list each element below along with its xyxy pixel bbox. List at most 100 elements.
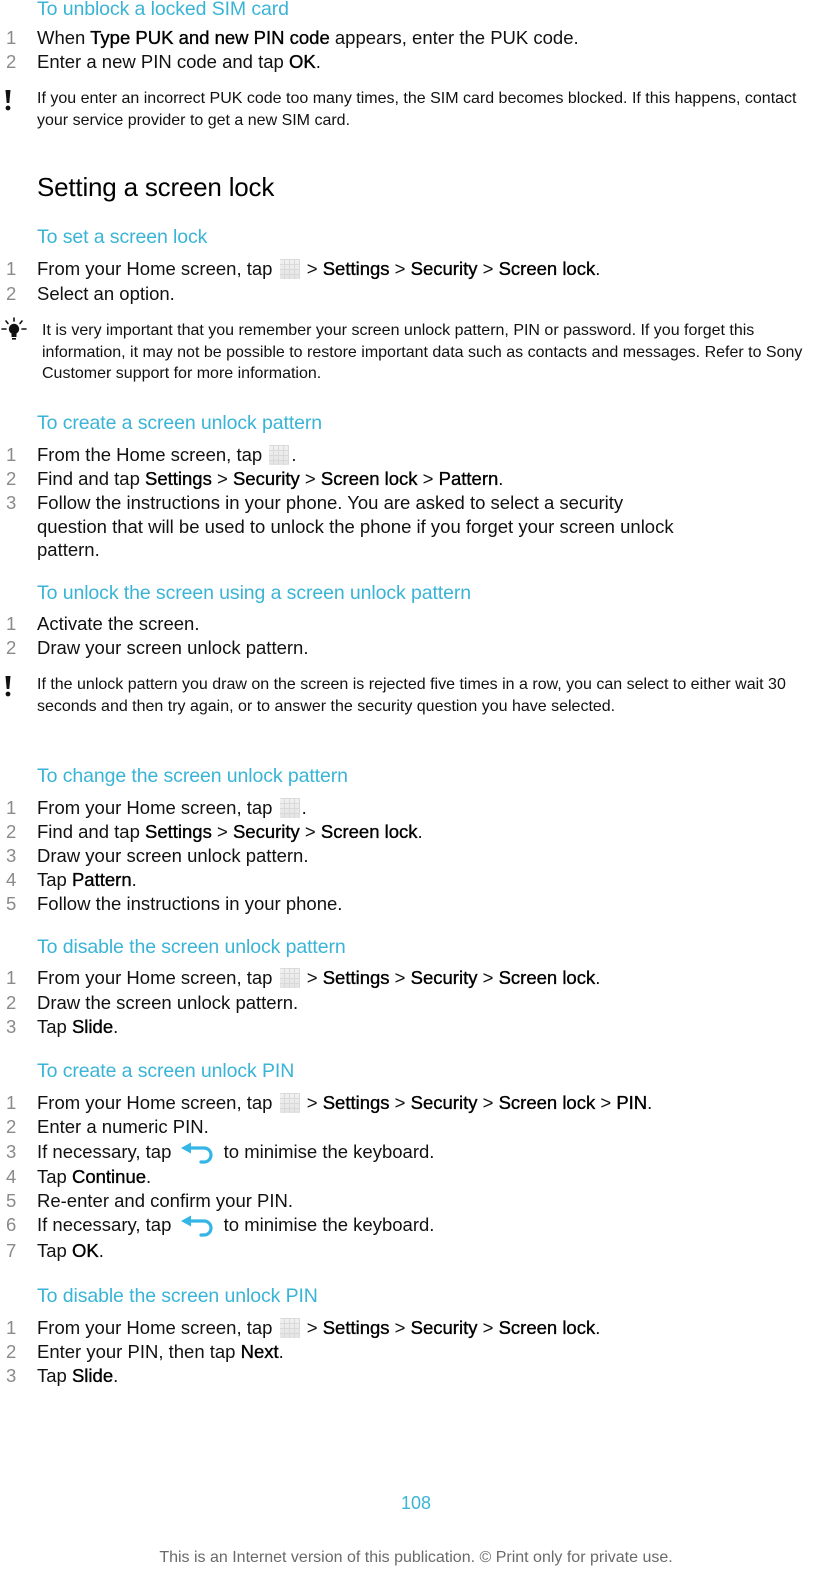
- ui-term: Security: [410, 1092, 478, 1113]
- tip-text: It is very important that you remember y…: [42, 322, 803, 382]
- text-fragment: From your Home screen, tap: [37, 1092, 278, 1113]
- lightbulb-icon: [0, 317, 28, 350]
- step-number: 6: [6, 1214, 17, 1235]
- text-fragment: From the Home screen, tap: [37, 444, 268, 465]
- step-text: Activate the screen.: [37, 613, 200, 634]
- text-fragment: .: [131, 869, 137, 890]
- text-fragment: pattern.: [37, 539, 100, 561]
- step-text: Draw your screen unlock pattern.: [37, 845, 309, 866]
- ui-term: Screen lock: [320, 468, 418, 489]
- step-text: If necessary, tap to minimise the keyboa…: [37, 1140, 434, 1164]
- step-text: Tap OK.: [37, 1239, 104, 1263]
- ui-term: Settings: [322, 1317, 390, 1338]
- ui-term: Slide: [71, 1016, 114, 1037]
- step-number: 4: [6, 869, 17, 890]
- ui-term: Continue: [71, 1166, 147, 1187]
- ui-term: Type PUK and new PIN code: [90, 27, 330, 48]
- step-number: 1: [6, 27, 17, 48]
- text-fragment: If necessary, tap: [37, 1141, 177, 1162]
- apps-grid-icon: [279, 968, 300, 988]
- ui-term: Screen lock: [320, 821, 418, 842]
- heading-set-screen-lock: To set a screen lock: [37, 226, 208, 248]
- ui-term: Settings: [145, 468, 212, 489]
- text-fragment: >: [389, 1092, 411, 1113]
- text-fragment: .: [315, 51, 321, 72]
- text-fragment: From your Home screen, tap: [37, 967, 278, 988]
- text-fragment: >: [301, 967, 323, 988]
- text-fragment: >: [417, 468, 439, 489]
- step-number: 3: [6, 845, 17, 866]
- heading-unblock-sim: To unblock a locked SIM card: [37, 0, 289, 20]
- back-arrow-icon: [180, 1215, 216, 1237]
- ui-term: Screen lock: [498, 967, 596, 988]
- text-fragment: .: [301, 797, 307, 818]
- heading-create-pin: To create a screen unlock PIN: [37, 1060, 295, 1082]
- step-text: Tap Slide.: [37, 1364, 118, 1388]
- text-fragment: .: [595, 258, 601, 279]
- apps-grid-icon: [279, 259, 300, 279]
- step-number: 3: [6, 1141, 17, 1162]
- step-number: 5: [6, 893, 17, 914]
- step-number: 2: [6, 283, 17, 304]
- ui-term: Security: [410, 258, 478, 279]
- step-number: 1: [6, 444, 17, 465]
- heading-disable-pattern: To disable the screen unlock pattern: [37, 936, 346, 958]
- text-fragment: When: [37, 27, 91, 48]
- text-fragment: Tap: [37, 1365, 72, 1386]
- step-text: Tap Continue.: [37, 1165, 151, 1189]
- ui-term: OK: [288, 51, 316, 72]
- text-fragment: >: [477, 967, 499, 988]
- step-text: From your Home screen, tap > Settings > …: [37, 257, 600, 281]
- text-fragment: to minimise the keyboard.: [218, 1141, 435, 1162]
- text-fragment: >: [301, 258, 323, 279]
- apps-grid-icon: [279, 1318, 300, 1338]
- apps-grid-icon: [269, 445, 290, 465]
- step-number: 3: [6, 492, 17, 513]
- exclamation-icon: [2, 676, 14, 705]
- step-number: 2: [6, 51, 17, 72]
- step-number: 1: [6, 613, 17, 634]
- text-fragment: Follow the instructions in your phone. Y…: [37, 492, 624, 513]
- heading-change-pattern: To change the screen unlock pattern: [37, 765, 348, 787]
- page-number: 108: [400, 1493, 432, 1513]
- text-fragment: >: [477, 258, 499, 279]
- section-title: Setting a screen lock: [37, 172, 275, 202]
- ui-term: Screen lock: [498, 258, 596, 279]
- text-fragment: .: [417, 821, 423, 842]
- text-fragment: >: [595, 1092, 617, 1113]
- text-fragment: Tap: [37, 1016, 72, 1037]
- step-text: Enter your PIN, then tap Next.: [37, 1340, 284, 1364]
- text-fragment: Find and tap: [37, 468, 145, 489]
- ui-term: Pattern: [438, 468, 499, 489]
- ui-term: Screen lock: [498, 1317, 596, 1338]
- heading-unlock-pattern: To unlock the screen using a screen unlo…: [37, 582, 472, 604]
- step-text: Draw the screen unlock pattern.: [37, 992, 299, 1013]
- text-fragment: .: [98, 1240, 104, 1261]
- step-text: Re-enter and confirm your PIN.: [37, 1190, 294, 1211]
- step-text: Follow the instructions in your phone.: [37, 893, 343, 914]
- step-number: 1: [6, 797, 17, 818]
- text-fragment: .: [595, 967, 601, 988]
- text-fragment: .: [595, 1317, 601, 1338]
- step-number: 3: [6, 1016, 17, 1037]
- step-number: 1: [6, 1092, 17, 1113]
- ui-term: Security: [410, 1317, 478, 1338]
- text-fragment: .: [647, 1092, 653, 1113]
- text-fragment: >: [211, 821, 233, 842]
- text-fragment: .: [113, 1365, 119, 1386]
- ui-term: Next: [240, 1341, 279, 1362]
- text-fragment: >: [301, 1092, 323, 1113]
- text-fragment: >: [211, 468, 233, 489]
- step-number: 1: [6, 967, 17, 988]
- text-fragment: >: [301, 1317, 323, 1338]
- warning-text: If the unlock pattern you draw on the sc…: [37, 676, 786, 715]
- text-fragment: appears, enter the PUK code.: [329, 27, 579, 48]
- step-text: From your Home screen, tap .: [37, 796, 307, 820]
- exclamation-icon: [2, 90, 14, 119]
- ui-term: Settings: [322, 258, 390, 279]
- text-fragment: >: [389, 967, 411, 988]
- back-arrow-icon: [180, 1142, 216, 1164]
- step-number: 3: [6, 1365, 17, 1386]
- text-fragment: >: [389, 258, 411, 279]
- step-text: Enter a new PIN code and tap OK.: [37, 50, 321, 74]
